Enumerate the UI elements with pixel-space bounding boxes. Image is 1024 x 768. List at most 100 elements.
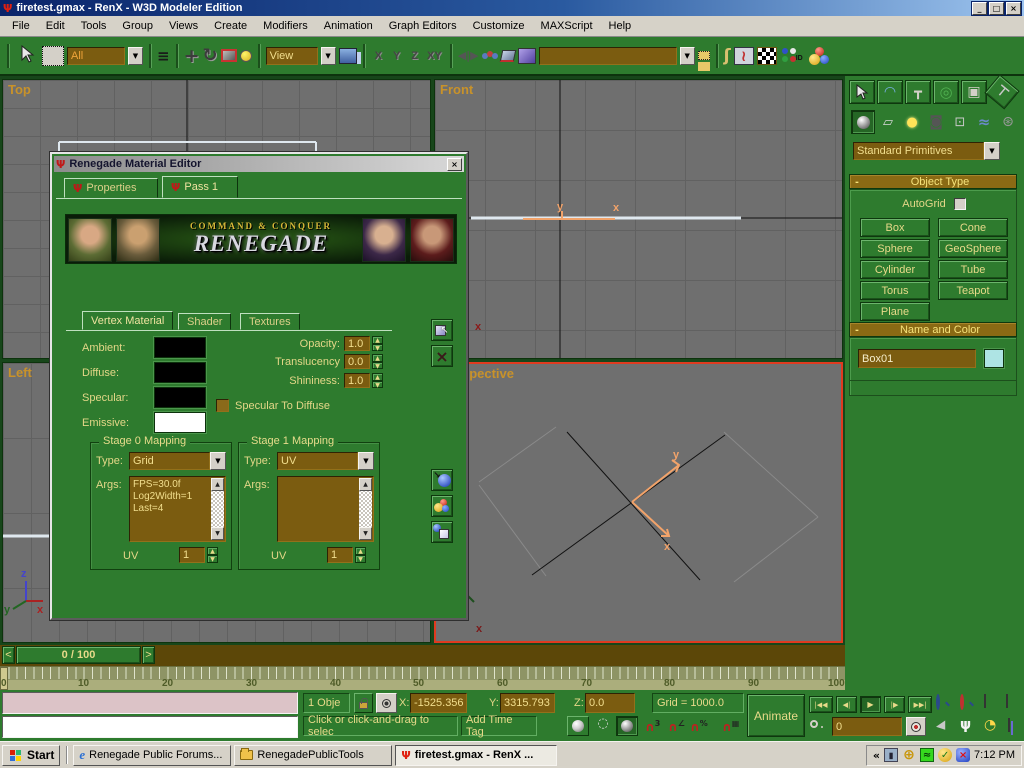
rollout-name-color-header[interactable]: - Name and Color (849, 322, 1017, 337)
zoom-button[interactable] (936, 696, 940, 708)
emissive-swatch[interactable] (154, 412, 206, 433)
category-geometry[interactable] (851, 110, 875, 134)
time-config-button[interactable] (906, 717, 926, 736)
tab-display[interactable]: ▣ (961, 80, 987, 104)
spinner-up-icon[interactable]: ▲ (355, 547, 366, 555)
button-cone[interactable]: Cone (938, 218, 1008, 237)
prev-frame-button[interactable]: ◀| (836, 696, 857, 713)
specular-swatch[interactable] (154, 387, 206, 408)
category-systems[interactable]: ⊛ (997, 114, 1019, 130)
material-balls-button[interactable] (431, 495, 453, 517)
named-sel-arrow-icon[interactable]: ▼ (680, 47, 695, 65)
tray-globe-icon[interactable]: ⊕ (902, 748, 916, 762)
array-icon[interactable] (482, 51, 498, 61)
tab-properties[interactable]: Ψ Properties (64, 178, 158, 198)
move-icon[interactable]: + (184, 45, 200, 67)
category-lights[interactable]: ● (901, 115, 923, 130)
named-selection-dropdown[interactable] (539, 47, 677, 65)
pick-texture-button[interactable]: ↖ (431, 319, 453, 341)
rotate-icon[interactable]: ↻ (203, 45, 218, 66)
tab-pass-1[interactable]: Ψ Pass 1 (162, 176, 238, 198)
menu-tools[interactable]: Tools (73, 17, 115, 35)
bind-to-spacewarp-icon[interactable]: ʃ (724, 46, 731, 66)
dialog-title-bar[interactable]: Ψ Renegade Material Editor × (54, 156, 464, 172)
menu-help[interactable]: Help (601, 17, 640, 35)
menu-modifiers[interactable]: Modifiers (255, 17, 316, 35)
material-id-icon[interactable]: ID (780, 48, 804, 64)
time-slider-button[interactable]: 0 / 100 (16, 646, 141, 664)
stage1-args-scrollbar[interactable]: ▲▼ (359, 478, 372, 540)
tab-motion[interactable]: ◎ (933, 80, 959, 104)
use-center-icon[interactable] (339, 48, 357, 64)
ambient-swatch[interactable] (154, 337, 206, 358)
zoom-all-button[interactable] (960, 696, 964, 708)
scale-icon[interactable] (221, 49, 237, 62)
stage0-type-dropdown[interactable]: Grid (129, 452, 210, 470)
button-cylinder[interactable]: Cylinder (860, 260, 930, 279)
spinner-down-icon[interactable]: ▼ (207, 555, 218, 563)
button-tube[interactable]: Tube (938, 260, 1008, 279)
category-spacewarps[interactable]: ≈ (973, 113, 995, 131)
spinner-up-icon[interactable]: ▲ (372, 336, 383, 344)
tab-modify[interactable]: ◠ (877, 80, 903, 104)
task-renegade-tools[interactable]: RenegadePublicTools (234, 745, 392, 766)
tray-signal-icon[interactable]: ≈ (920, 748, 934, 762)
tab-create[interactable] (849, 80, 875, 104)
scroll-up-icon[interactable]: ▲ (211, 478, 224, 491)
stage0-args-box[interactable]: FPS=30.0f Log2Width=1 Last=4 ▲▼ (129, 476, 226, 542)
stage1-args-box[interactable]: ▲▼ (277, 476, 374, 542)
task-firetest-gmax[interactable]: Ψfiretest.gmax - RenX ... (395, 745, 557, 766)
spinner-up-icon[interactable]: ▲ (372, 373, 383, 381)
x-coord-field[interactable]: -1525.356 (410, 693, 467, 713)
tray-network-icon[interactable]: ▮ (884, 748, 898, 762)
snap-percent-button[interactable]: ∩% (690, 719, 708, 732)
shininess-field[interactable]: 1.0 (344, 373, 370, 388)
spinner-down-icon[interactable]: ▼ (372, 381, 383, 389)
translucency-field[interactable]: 0.0 (344, 354, 370, 369)
object-name-field[interactable]: Box01 (858, 349, 976, 368)
primitives-dropdown[interactable]: Standard Primitives (853, 142, 984, 160)
key-mode-button[interactable] (810, 719, 828, 735)
add-time-tag-button[interactable]: Add Time Tag (461, 716, 537, 736)
frame-forward-button[interactable]: > (142, 646, 155, 664)
menu-edit[interactable]: Edit (38, 17, 73, 35)
tray-error-icon[interactable]: × (956, 748, 970, 762)
maxscript-listener-white[interactable] (2, 716, 298, 738)
zoom-extents-button[interactable] (984, 695, 986, 707)
select-by-name-icon[interactable]: ≡ (157, 47, 170, 65)
select-object-icon[interactable] (15, 45, 39, 66)
snap-toggle-icon[interactable] (518, 48, 536, 64)
subtab-textures[interactable]: Textures (240, 313, 300, 330)
menu-views[interactable]: Views (161, 17, 206, 35)
current-frame-field[interactable]: 0 (832, 717, 902, 736)
autogrid-checkbox[interactable] (954, 198, 966, 210)
zoom-extents-all-button[interactable] (1006, 695, 1008, 707)
snap-spinner-button[interactable]: ∩▦ (722, 719, 739, 732)
menu-animation[interactable]: Animation (316, 17, 381, 35)
selection-filter-dropdown[interactable]: All (67, 47, 125, 65)
scroll-up-icon[interactable]: ▲ (359, 478, 372, 491)
stage0-args-scrollbar[interactable]: ▲▼ (211, 478, 224, 540)
tray-chevron-icon[interactable]: « (873, 749, 880, 762)
track-bar[interactable]: 0 10 20 30 40 50 60 70 80 90 100 (0, 666, 845, 690)
fov-button[interactable]: ◀ (936, 717, 945, 733)
minmax-toggle-button[interactable] (1008, 719, 1010, 731)
mirror-icon[interactable]: ◀|▶ (458, 49, 479, 62)
snap-3d-button[interactable]: ∩3 (645, 719, 660, 732)
spinner-up-icon[interactable]: ▲ (207, 547, 218, 555)
maximize-icon[interactable]: □ (989, 2, 1004, 15)
scroll-down-icon[interactable]: ▼ (359, 527, 372, 540)
close-icon[interactable]: × (1006, 2, 1021, 15)
schematic-view-icon[interactable]: ≀ (734, 47, 754, 65)
tab-utilities[interactable]: ⊤ (984, 74, 1019, 109)
rect-select-icon[interactable] (42, 46, 64, 66)
shininess-spinner[interactable]: ▲▼ (372, 373, 383, 388)
menu-group[interactable]: Group (114, 17, 161, 35)
title-bar[interactable]: Ψ firetest.gmax - RenX - W3D Modeler Edi… (0, 0, 1024, 16)
button-teapot[interactable]: Teapot (938, 281, 1008, 300)
edged-faces-button[interactable] (616, 716, 638, 736)
menu-create[interactable]: Create (206, 17, 255, 35)
stage0-type-arrow-icon[interactable]: ▼ (210, 452, 226, 470)
menu-maxscript[interactable]: MAXScript (533, 17, 601, 35)
align-icon[interactable] (499, 50, 516, 62)
